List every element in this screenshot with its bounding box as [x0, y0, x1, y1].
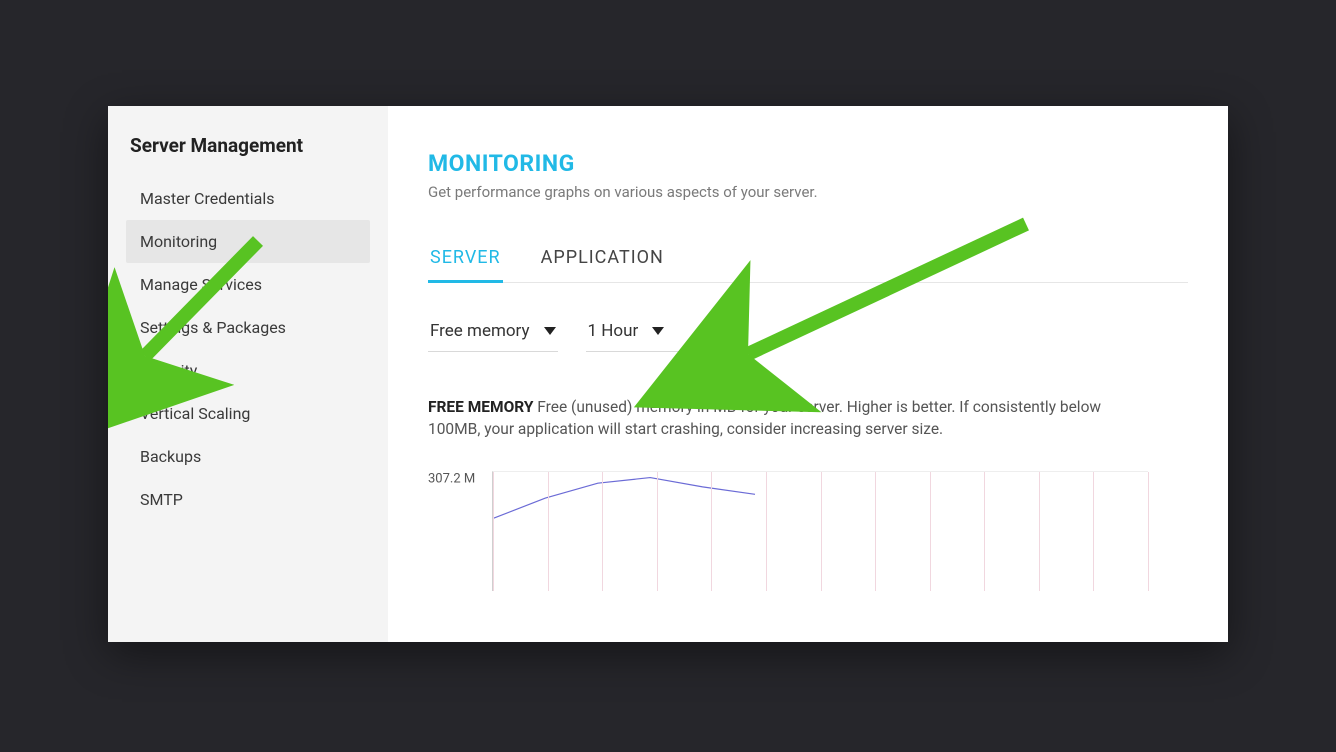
chevron-down-icon: [544, 327, 556, 335]
chart-gridline: [711, 472, 712, 591]
metric-dropdown-value: Free memory: [430, 321, 530, 341]
chart-gridline: [1148, 472, 1149, 591]
sidebar: Server Management Master CredentialsMoni…: [108, 106, 388, 642]
tab-row: SERVER APPLICATION: [428, 237, 1188, 283]
chart: 307.2 M: [428, 471, 1148, 591]
chart-gridline: [602, 472, 603, 591]
chart-gridline: [1039, 472, 1040, 591]
chart-area: [492, 471, 1148, 591]
range-dropdown-value: 1 Hour: [588, 321, 639, 341]
sidebar-nav: Master CredentialsMonitoringManage Servi…: [126, 177, 370, 521]
main-panel: MONITORING Get performance graphs on var…: [388, 106, 1228, 642]
sidebar-item-manage-services[interactable]: Manage Services: [126, 263, 370, 306]
chevron-down-icon: [652, 327, 664, 335]
metric-description: FREE MEMORY Free (unused) memory in MB f…: [428, 396, 1148, 441]
metric-name: FREE MEMORY: [428, 398, 533, 416]
chart-gridline: [493, 472, 494, 591]
sidebar-item-smtp[interactable]: SMTP: [126, 478, 370, 521]
sidebar-item-backups[interactable]: Backups: [126, 435, 370, 478]
chart-gridline: [821, 472, 822, 591]
tab-application[interactable]: APPLICATION: [539, 237, 666, 282]
chart-gridline: [548, 472, 549, 591]
chart-gridline: [875, 472, 876, 591]
sidebar-item-settings-packages[interactable]: Settings & Packages: [126, 306, 370, 349]
sidebar-item-security[interactable]: Security: [126, 349, 370, 392]
sidebar-item-master-credentials[interactable]: Master Credentials: [126, 177, 370, 220]
app-window: Server Management Master CredentialsMoni…: [108, 106, 1228, 642]
chart-ytick: 307.2 M: [428, 471, 475, 486]
chart-gridline: [984, 472, 985, 591]
page-subtitle: Get performance graphs on various aspect…: [428, 183, 1188, 201]
chart-gridline: [1093, 472, 1094, 591]
metric-dropdown[interactable]: Free memory: [428, 317, 558, 352]
sidebar-item-vertical-scaling[interactable]: Vertical Scaling: [126, 392, 370, 435]
sidebar-title: Server Management: [126, 134, 370, 157]
range-dropdown[interactable]: 1 Hour: [586, 317, 706, 352]
selectors-row: Free memory 1 Hour: [428, 317, 1188, 352]
chart-gridline: [930, 472, 931, 591]
chart-gridline: [657, 472, 658, 591]
sidebar-item-monitoring[interactable]: Monitoring: [126, 220, 370, 263]
chart-gridline: [766, 472, 767, 591]
tab-server[interactable]: SERVER: [428, 237, 503, 282]
page-title: MONITORING: [428, 150, 1188, 177]
